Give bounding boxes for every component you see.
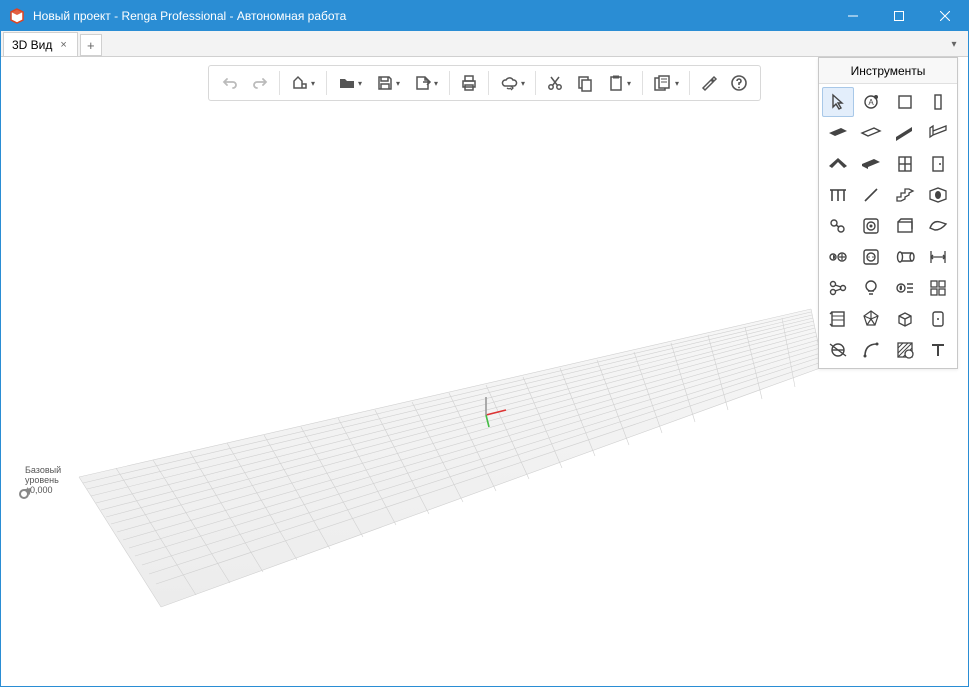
- tool-beam[interactable]: [922, 118, 954, 148]
- tool-equipment-round[interactable]: [855, 211, 887, 241]
- tool-sanitary[interactable]: [822, 242, 854, 272]
- tool-pipe-fitting[interactable]: [822, 211, 854, 241]
- tool-text[interactable]: [922, 335, 954, 365]
- tool-stair[interactable]: [889, 180, 921, 210]
- tool-annotation[interactable]: A: [855, 87, 887, 117]
- tool-polyhedron[interactable]: [855, 304, 887, 334]
- tool-floor[interactable]: [855, 149, 887, 179]
- tool-slab-dark[interactable]: [822, 118, 854, 148]
- tool-window[interactable]: [889, 149, 921, 179]
- tools-grid: A: [819, 84, 957, 368]
- tool-slab-light[interactable]: [855, 118, 887, 148]
- tool-lamp[interactable]: [855, 273, 887, 303]
- tool-door[interactable]: [922, 149, 954, 179]
- tool-opening[interactable]: [922, 180, 954, 210]
- tool-axis[interactable]: [889, 242, 921, 272]
- close-button[interactable]: [922, 1, 968, 31]
- tool-socket[interactable]: [855, 242, 887, 272]
- level-sub: уровень: [25, 475, 61, 485]
- tool-ramp[interactable]: [889, 118, 921, 148]
- viewport-3d[interactable]: Базовый уровень ±0,000 ▾ ▾ ▾ ▾ ▾ ▾ ▾: [1, 57, 968, 686]
- tool-component[interactable]: [889, 211, 921, 241]
- tab-menu-button[interactable]: ▾: [944, 32, 964, 56]
- minimize-button[interactable]: [830, 1, 876, 31]
- tools-panel-title: Инструменты: [819, 58, 957, 84]
- tools-panel: Инструменты A: [818, 57, 958, 369]
- tool-line-object[interactable]: [855, 180, 887, 210]
- tool-arc[interactable]: [855, 335, 887, 365]
- app-icon: [9, 8, 25, 24]
- tool-hatch[interactable]: [889, 335, 921, 365]
- tab-3d-view[interactable]: 3D Вид ×: [3, 32, 78, 56]
- tool-wall-section[interactable]: [889, 87, 921, 117]
- new-tab-button[interactable]: +: [80, 34, 102, 56]
- tool-duct[interactable]: [922, 211, 954, 241]
- tool-array[interactable]: [922, 273, 954, 303]
- tab-bar: 3D Вид × + ▾: [1, 31, 968, 57]
- tool-select[interactable]: [822, 87, 854, 117]
- tool-section[interactable]: [822, 304, 854, 334]
- level-name: Базовый: [25, 465, 61, 475]
- tab-label: 3D Вид: [12, 38, 52, 52]
- titlebar: Новый проект - Renga Professional - Авто…: [1, 1, 968, 31]
- maximize-button[interactable]: [876, 1, 922, 31]
- tool-wireframe[interactable]: [889, 304, 921, 334]
- tool-dimension[interactable]: [922, 242, 954, 272]
- level-marker-icon[interactable]: [19, 489, 29, 499]
- tool-panel[interactable]: [922, 304, 954, 334]
- tool-connector[interactable]: [822, 273, 854, 303]
- tool-railing[interactable]: [822, 180, 854, 210]
- svg-text:A: A: [869, 98, 875, 107]
- tab-close-icon[interactable]: ×: [58, 39, 68, 51]
- window-title: Новый проект - Renga Professional - Авто…: [33, 9, 830, 23]
- tool-roof[interactable]: [822, 149, 854, 179]
- tool-level[interactable]: [822, 335, 854, 365]
- tool-column[interactable]: [922, 87, 954, 117]
- tool-fire[interactable]: [889, 273, 921, 303]
